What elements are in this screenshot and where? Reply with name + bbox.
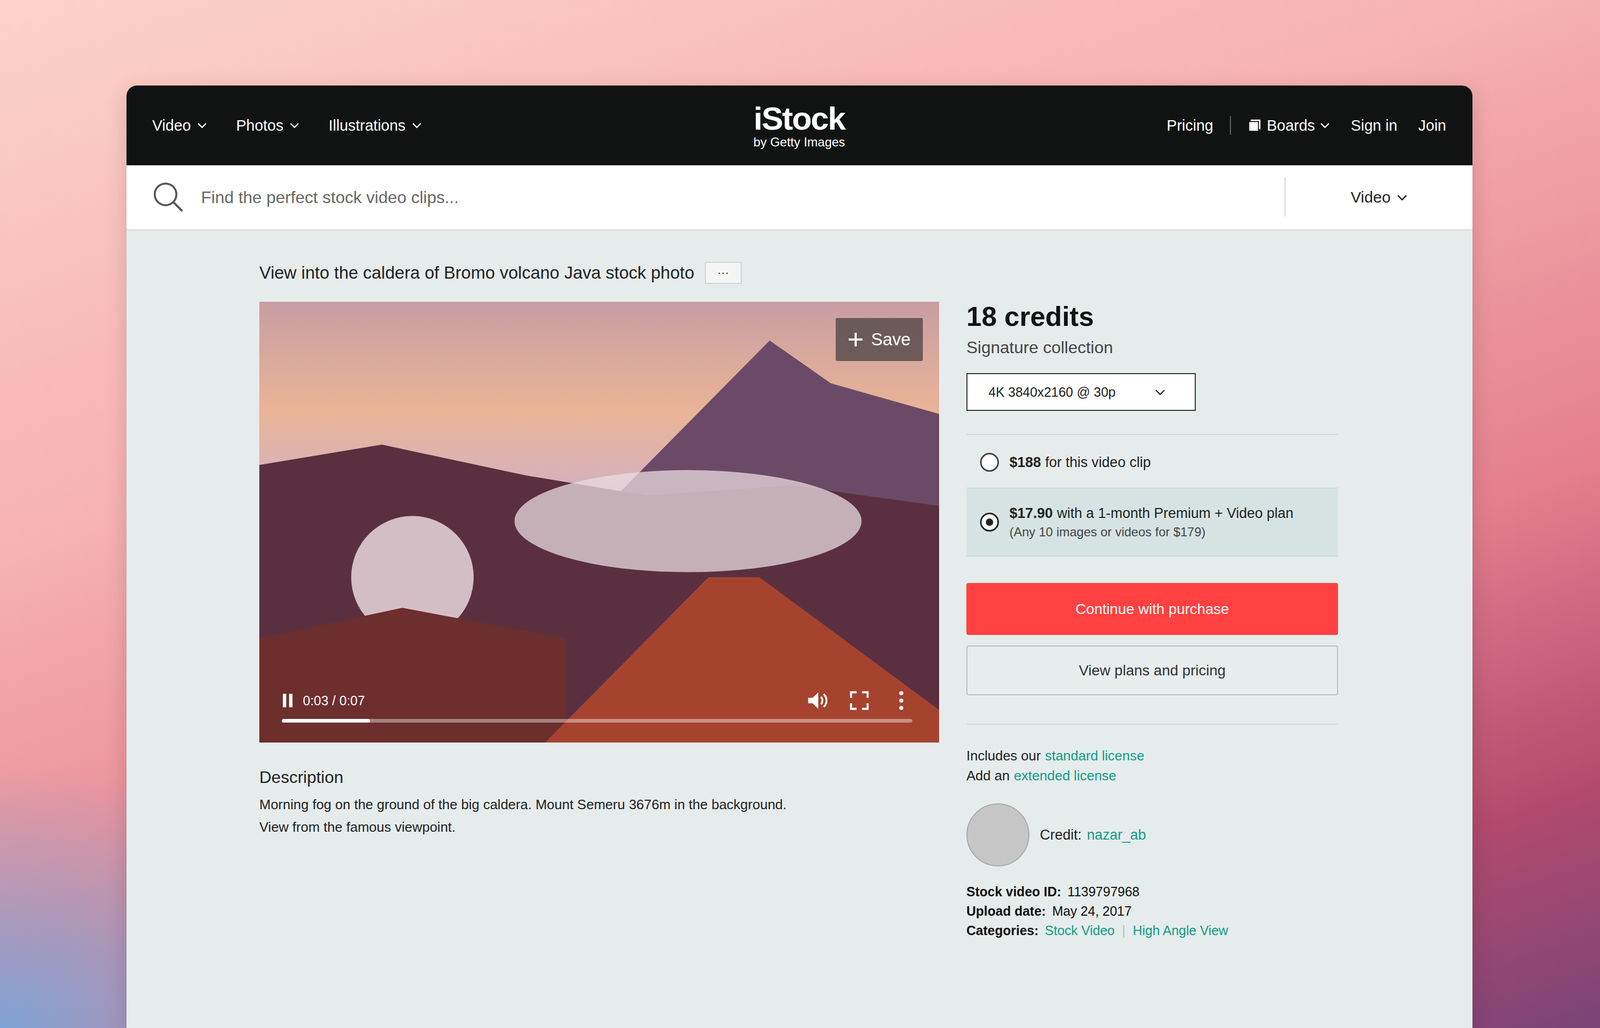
video-controls: 0:03 / 0:07 [281,689,913,713]
divider [966,723,1339,725]
asset-title-row: View into the caldera of Bromo volcano J… [259,261,1339,284]
search-input[interactable]: Find the perfect stock video clips... [201,187,1285,208]
asset-meta: Stock video ID:1139797968Upload date:May… [966,882,1339,941]
search-type-dropdown[interactable]: Video [1285,188,1473,207]
resolution-select[interactable]: 4K 3840x2160 @ 30p [966,373,1196,412]
contributor-avatar[interactable] [966,803,1030,867]
chevron-down-icon [197,122,207,129]
meta-line: Stock video ID:1139797968 [966,882,1339,902]
credit-row: Credit:nazar_ab [966,803,1339,867]
media-column: Save 0:03 / 0:07 Description Morning fog on… [259,301,940,941]
nav-left: Video Photos Illustrations [152,117,754,135]
category-separator: | [1122,923,1126,939]
plus-icon [847,331,864,348]
progress-fill [281,719,371,723]
description: Description Morning fog on the ground of … [259,767,940,839]
license-info: Includes ourstandard licenseAdd anextend… [966,745,1339,786]
view-plans-button[interactable]: View plans and pricing [966,645,1339,696]
video-progress[interactable] [281,719,913,723]
license-line: Add anextended license [966,765,1339,786]
desktop: Video Photos Illustrations iStockby Getty I… [0,0,1600,1028]
collection-label: Signature collection [966,338,1339,358]
continue-purchase-button[interactable]: Continue with purchase [966,583,1339,636]
search-bar: Find the perfect stock video clips...Vid… [126,165,1473,231]
istock-logo[interactable]: iStockby Getty Images [753,102,846,149]
description-line: View from the famous viewpoint. [259,816,940,839]
kebab-menu-icon[interactable] [890,689,913,712]
asset-detail: View into the caldera of Bromo volcano J… [126,230,1473,941]
nav-separator [1229,116,1231,135]
price-options: $188for this video clip$17.90with a 1-mo… [966,441,1339,557]
fullscreen-icon[interactable] [848,689,871,712]
sign-in-link[interactable]: Sign in [1350,117,1398,135]
nav-right: Pricing Boards Sign in Join [845,116,1447,135]
join-link[interactable]: Join [1418,117,1447,135]
license-line: Includes ourstandard license [966,745,1339,766]
search-icon [152,181,185,214]
category-link[interactable]: Stock Video [1045,923,1115,939]
option-note: (Any 10 images or videos for $179) [1009,524,1294,540]
nav-item[interactable]: Photos [236,117,300,135]
video-player[interactable]: Save 0:03 / 0:07 [259,301,940,743]
chevron-down-icon [412,122,422,129]
chevron-down-icon [1320,122,1330,129]
price-option[interactable]: $17.90with a 1-month Premium + Video pla… [966,487,1339,557]
boards-icon [1247,118,1262,133]
volume-icon[interactable] [806,689,829,712]
browser-window: Video Photos Illustrations iStockby Getty I… [126,85,1473,1028]
description-heading: Description [259,767,940,788]
categories-line: Categories:Stock Video|High Angle View [966,921,1339,941]
chevron-down-icon [1154,388,1166,396]
credits-price: 18 credits [966,301,1339,332]
divider [966,434,1339,436]
more-button[interactable]: ··· [704,261,742,284]
license-link[interactable]: extended license [1013,767,1117,784]
pause-icon[interactable] [281,693,294,708]
boards-menu[interactable]: Boards [1247,117,1330,135]
nav-item[interactable]: Video [152,117,207,135]
radio-button[interactable] [980,512,999,532]
save-button[interactable]: Save [835,318,923,362]
chevron-down-icon [1396,194,1408,202]
pricing-link[interactable]: Pricing [1166,117,1214,135]
video-time: 0:03 / 0:07 [302,693,365,709]
price-option[interactable]: $188for this video clip [966,441,1339,484]
radio-dot [985,518,994,526]
description-line: Morning fog on the ground of the big cal… [259,793,940,817]
meta-line: Upload date:May 24, 2017 [966,901,1339,922]
asset-title: View into the caldera of Bromo volcano J… [259,262,695,283]
video-frame [259,301,940,743]
nav-item[interactable]: Illustrations [328,117,422,135]
chevron-down-icon [289,122,300,129]
contributor-link[interactable]: nazar_ab [1087,827,1147,844]
radio-button[interactable] [980,453,999,472]
purchase-panel: 18 credits Signature collection 4K 3840x21… [966,301,1339,941]
search-divider [1284,177,1286,217]
top-nav: Video Photos Illustrations iStockby Getty I… [126,85,1473,166]
license-link[interactable]: standard license [1045,748,1145,764]
category-link[interactable]: High Angle View [1132,923,1229,939]
